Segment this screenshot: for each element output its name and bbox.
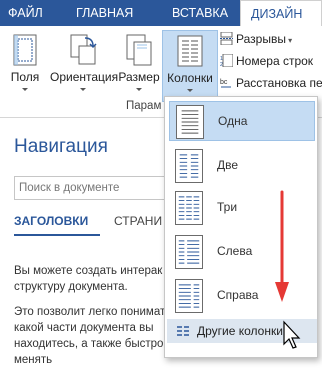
svg-text:bc: bc (220, 79, 228, 86)
chevron-down-icon (80, 88, 86, 91)
columns-option-label: Одна (218, 114, 248, 128)
hyphenation-button[interactable]: bc Расстановка пе (220, 72, 322, 94)
tab-headings[interactable]: ЗАГОЛОВКИ (14, 214, 88, 228)
orientation-label: Ориентация (50, 70, 119, 84)
mouse-cursor-icon (283, 320, 301, 349)
chevron-down-icon (22, 88, 28, 91)
more-columns-label: Другие колонки... (197, 324, 293, 338)
fields-label: Поля (10, 70, 40, 84)
columns-option-label: Две (217, 158, 239, 172)
more-columns-icon (177, 326, 189, 336)
hyphenation-icon: bc (220, 79, 231, 88)
columns-option-one[interactable]: Одна (169, 101, 315, 141)
help-paragraph-2: Это позволит легко понимат какой части д… (14, 306, 166, 366)
breaks-icon (220, 32, 233, 45)
chevron-down-icon (136, 88, 142, 91)
right-column-icon (175, 279, 203, 313)
page-setup-group-label: Парам (126, 100, 162, 112)
three-columns-icon (175, 191, 203, 225)
two-columns-icon (175, 149, 203, 183)
page-setup-small-buttons: Разрывы ▾ 1 2 Номера строк bc Расстановк… (220, 28, 322, 94)
margins-icon (13, 34, 37, 66)
orientation-icon (70, 34, 97, 65)
columns-label: Колонки (167, 71, 213, 85)
tab-design[interactable]: ДИЗАЙН (240, 0, 322, 27)
red-arrow-annotation (275, 190, 289, 302)
left-column-icon (175, 235, 203, 269)
columns-option-label: Слева (217, 244, 253, 258)
columns-dropdown: Одна Две Три Слева Справа Другие колонки… (164, 96, 318, 358)
chevron-down-icon (187, 89, 193, 92)
tab-file[interactable]: ФАЙЛ (0, 0, 56, 26)
columns-option-two[interactable]: Две (169, 146, 315, 186)
tab-pages[interactable]: СТРАНИ (114, 214, 162, 228)
columns-option-right[interactable]: Справа (169, 276, 315, 316)
columns-option-label: Три (217, 200, 238, 214)
orientation-button[interactable]: Ориентация (50, 30, 119, 102)
tab-home[interactable]: ГЛАВНАЯ (76, 0, 133, 26)
active-tab-underline (14, 234, 100, 236)
breaks-label: Разрывы (236, 32, 286, 46)
help-paragraph-1: Вы можете создать интерак структуру доку… (14, 265, 163, 293)
columns-option-three[interactable]: Три (169, 188, 315, 228)
tab-insert[interactable]: ВСТАВКА (172, 0, 228, 26)
columns-button[interactable]: Колонки (162, 30, 218, 102)
fields-button[interactable]: Поля (2, 30, 48, 102)
svg-text:2: 2 (220, 62, 223, 67)
columns-option-label: Справа (217, 288, 259, 302)
line-numbers-icon: 1 2 (220, 54, 233, 67)
ribbon-tabs: ФАЙЛ ГЛАВНАЯ ВСТАВКА ДИЗАЙН (0, 0, 322, 27)
page-size-icon (126, 34, 152, 66)
size-label: Размер (118, 70, 160, 84)
navigation-title: Навигация (14, 136, 108, 157)
hyphenation-label: Расстановка пе (236, 76, 322, 90)
one-column-icon (176, 105, 204, 139)
search-input[interactable]: Поиск в документе (14, 176, 174, 200)
breaks-button[interactable]: Разрывы ▾ (220, 28, 322, 50)
columns-option-left[interactable]: Слева (169, 232, 315, 272)
line-numbers-label: Номера строк (236, 54, 314, 68)
columns-icon (177, 35, 203, 67)
line-numbers-button[interactable]: 1 2 Номера строк (220, 50, 322, 72)
size-button[interactable]: Размер (118, 30, 160, 102)
chevron-down-icon: ▾ (285, 36, 293, 45)
